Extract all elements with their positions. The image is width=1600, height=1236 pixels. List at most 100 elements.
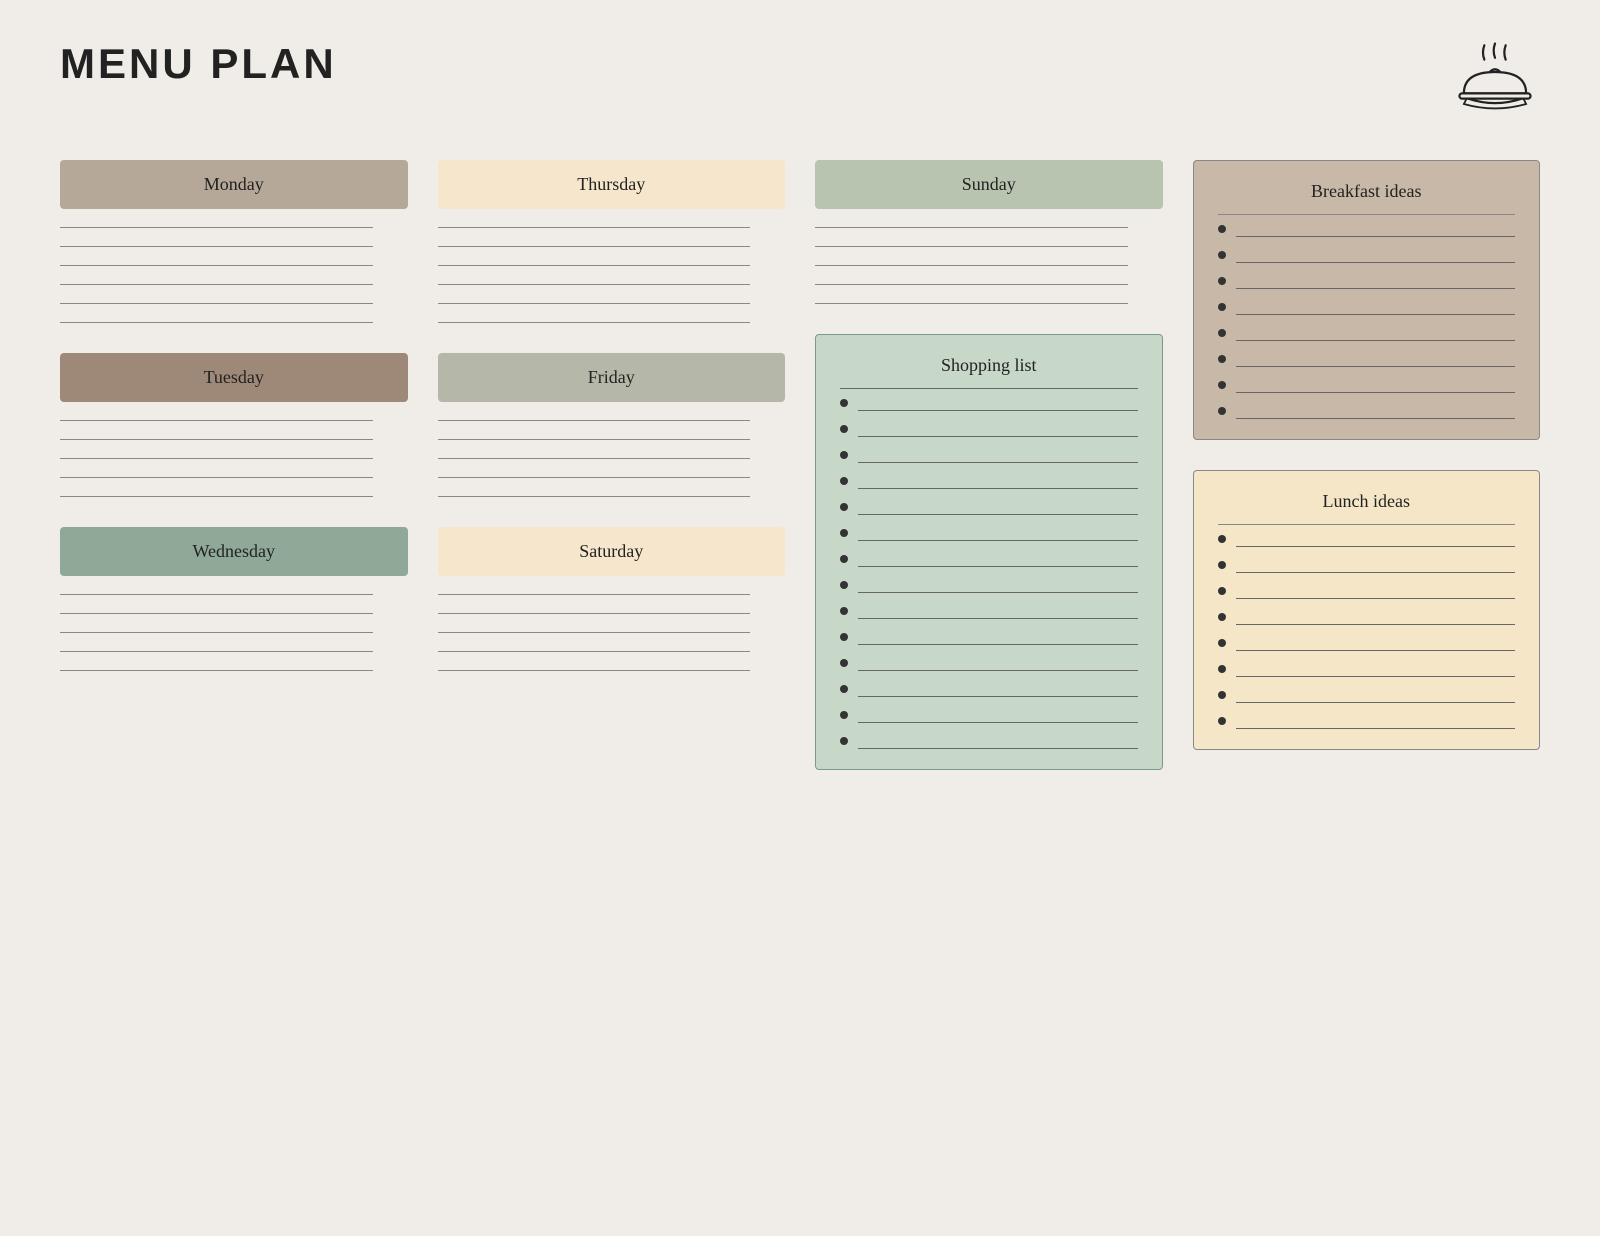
item-line (1236, 572, 1516, 573)
list-item (1218, 691, 1516, 703)
list-item (1218, 665, 1516, 677)
shopping-list-box: Shopping list (815, 334, 1163, 770)
list-item (840, 581, 1138, 593)
item-line (1236, 314, 1516, 315)
bullet (840, 477, 848, 485)
line (60, 496, 373, 497)
list-item (840, 633, 1138, 645)
item-line (858, 748, 1138, 749)
bullet (1218, 561, 1226, 569)
sunday-header: Sunday (815, 160, 1163, 209)
item-line (858, 566, 1138, 567)
line (815, 284, 1128, 285)
list-item (1218, 717, 1516, 729)
item-line (1236, 366, 1516, 367)
item-line (858, 488, 1138, 489)
saturday-lines (438, 594, 786, 671)
list-item (1218, 355, 1516, 367)
friday-section: Friday (438, 353, 786, 497)
list-item (840, 711, 1138, 723)
bullet (840, 581, 848, 589)
tuesday-header: Tuesday (60, 353, 408, 402)
item-line (1236, 262, 1516, 263)
item-line (858, 618, 1138, 619)
lunch-ideas-box: Lunch ideas (1193, 470, 1541, 750)
item-line (858, 410, 1138, 411)
item-line (1236, 340, 1516, 341)
column-center-right: Sunday Shopping list (815, 160, 1163, 770)
line (438, 439, 751, 440)
main-grid: Monday Tuesday Wednesday (60, 160, 1540, 770)
thursday-lines (438, 227, 786, 323)
bullet (840, 633, 848, 641)
line (438, 651, 751, 652)
list-item (1218, 329, 1516, 341)
list-item (840, 399, 1138, 411)
bullet (840, 555, 848, 563)
page-title: MENU PLAN (60, 40, 337, 88)
line (815, 265, 1128, 266)
line (438, 265, 751, 266)
item-line (858, 644, 1138, 645)
wednesday-lines (60, 594, 408, 671)
item-line (1236, 728, 1516, 729)
item-line (1236, 676, 1516, 677)
bullet (840, 399, 848, 407)
bullet (1218, 587, 1226, 595)
list-item (1218, 535, 1516, 547)
friday-header: Friday (438, 353, 786, 402)
line (60, 632, 373, 633)
bullet (840, 425, 848, 433)
line (60, 477, 373, 478)
list-item (1218, 303, 1516, 315)
breakfast-ideas-title: Breakfast ideas (1218, 181, 1516, 215)
line (60, 420, 373, 421)
bullet (1218, 613, 1226, 621)
line (438, 458, 751, 459)
wednesday-header: Wednesday (60, 527, 408, 576)
line (438, 303, 751, 304)
tuesday-lines (60, 420, 408, 497)
line (60, 458, 373, 459)
column-center-left: Thursday Friday Saturday (438, 160, 786, 770)
item-line (858, 540, 1138, 541)
item-line (1236, 702, 1516, 703)
line (438, 594, 751, 595)
breakfast-ideas-box: Breakfast ideas (1193, 160, 1541, 440)
list-item (1218, 561, 1516, 573)
breakfast-ideas-list (1218, 225, 1516, 419)
saturday-header: Saturday (438, 527, 786, 576)
item-line (1236, 546, 1516, 547)
sunday-lines (815, 227, 1163, 304)
list-item (1218, 613, 1516, 625)
line (438, 246, 751, 247)
list-item (1218, 225, 1516, 237)
line (438, 670, 751, 671)
line (60, 284, 373, 285)
food-icon (1450, 40, 1540, 120)
line (60, 670, 373, 671)
lunch-ideas-title: Lunch ideas (1218, 491, 1516, 525)
monday-section: Monday (60, 160, 408, 323)
bullet (840, 451, 848, 459)
list-item (840, 737, 1138, 749)
line (60, 246, 373, 247)
bullet (1218, 639, 1226, 647)
line (60, 227, 373, 228)
bullet (1218, 355, 1226, 363)
item-line (1236, 418, 1516, 419)
bullet (840, 711, 848, 719)
line (60, 594, 373, 595)
item-line (1236, 624, 1516, 625)
item-line (858, 722, 1138, 723)
item-line (1236, 392, 1516, 393)
list-item (1218, 277, 1516, 289)
line (60, 303, 373, 304)
item-line (858, 696, 1138, 697)
line (60, 439, 373, 440)
list-item (840, 503, 1138, 515)
line (60, 651, 373, 652)
friday-lines (438, 420, 786, 497)
list-item (840, 555, 1138, 567)
list-item (840, 659, 1138, 671)
